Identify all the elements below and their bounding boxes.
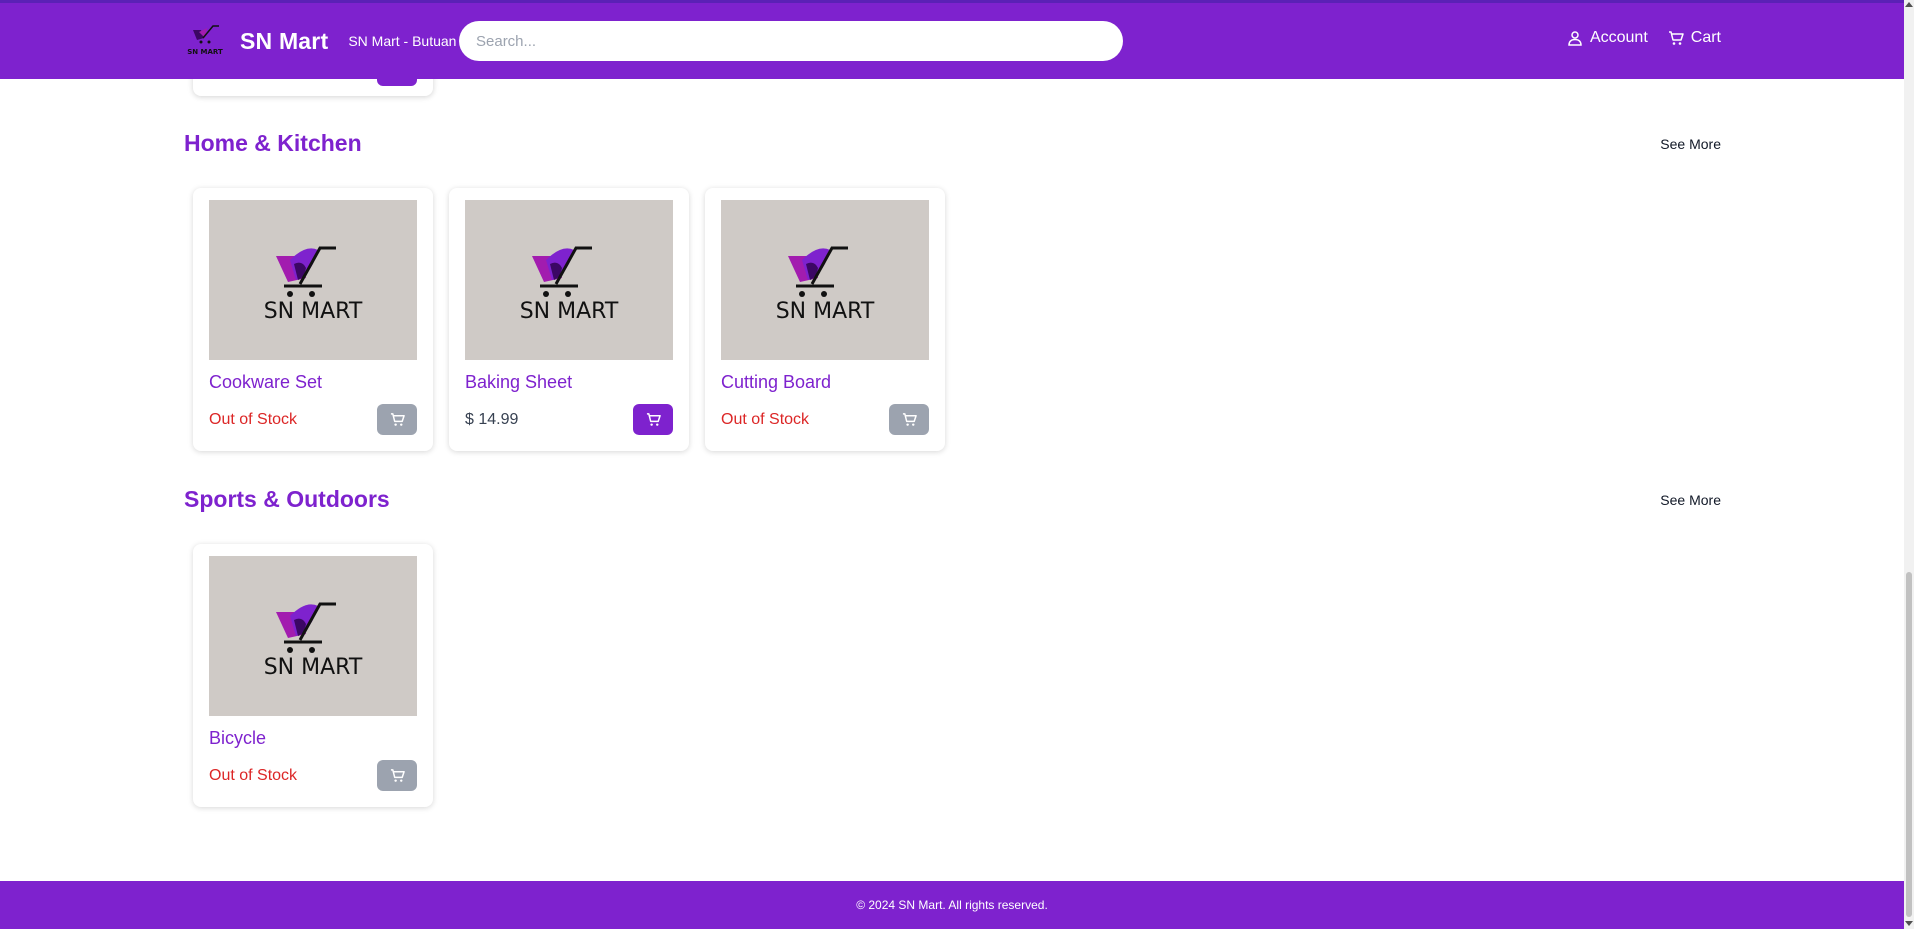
product-name[interactable]: Bicycle — [209, 728, 266, 749]
header-actions: Account Cart — [1567, 29, 1721, 47]
branch-name: SN Mart - Butuan — [348, 33, 457, 49]
product-card[interactable]: SN MART Bicycle Out of Stock — [193, 544, 433, 807]
svg-text:SN MART: SN MART — [187, 48, 223, 56]
svg-text:SN MART: SN MART — [264, 655, 363, 680]
brand-logo[interactable]: SN MART — [184, 23, 226, 59]
scroll-down-icon[interactable] — [1905, 921, 1913, 926]
product-image[interactable]: SN MART — [721, 200, 929, 360]
stock-status: Out of Stock — [209, 767, 298, 784]
cart-icon — [390, 769, 405, 782]
top-nav-bar: SN MART SN Mart SN Mart - Butuan Account — [0, 0, 1904, 79]
product-name[interactable]: Cutting Board — [721, 372, 831, 393]
product-card[interactable]: SN MART Cookware Set Out of Stock — [193, 188, 433, 451]
scroll-up-icon[interactable] — [1905, 2, 1913, 7]
logo-icon: SN MART — [187, 25, 223, 56]
product-image[interactable]: SN MART — [209, 556, 417, 716]
cart-label: Cart — [1690, 29, 1721, 46]
stock-status: Out of Stock — [209, 411, 298, 428]
cart-icon — [390, 413, 405, 426]
product-price: $ 14.99 — [465, 411, 519, 428]
see-more-sports-outdoors[interactable]: See More — [1660, 492, 1721, 508]
cart-icon — [902, 413, 917, 426]
svg-text:SN MART: SN MART — [520, 299, 619, 324]
cart-icon — [646, 413, 661, 426]
brand-name[interactable]: SN Mart — [240, 28, 328, 55]
sn-mart-logo-image: SN MART — [520, 246, 619, 324]
user-icon — [1568, 31, 1582, 46]
cart-link[interactable]: Cart — [1668, 29, 1721, 47]
see-more-home-kitchen[interactable]: See More — [1660, 136, 1721, 152]
scrollbar-thumb[interactable] — [1906, 572, 1912, 917]
add-to-cart-button[interactable] — [377, 760, 417, 791]
section-title-sports-outdoors: Sports & Outdoors — [184, 486, 390, 512]
product-card[interactable]: SN MART Cutting Board Out of Stock — [705, 188, 945, 451]
product-card[interactable]: SN MART Baking Sheet $ 14.99 — [449, 188, 689, 451]
page-footer: © 2024 SN Mart. All rights reserved. — [0, 881, 1904, 929]
section-title-home-kitchen: Home & Kitchen — [184, 130, 362, 156]
product-name[interactable]: Baking Sheet — [465, 372, 572, 393]
cart-icon — [1668, 31, 1684, 45]
account-link[interactable]: Account — [1567, 29, 1648, 47]
add-to-cart-button[interactable] — [633, 404, 673, 435]
account-label: Account — [1589, 29, 1648, 46]
search-input[interactable] — [459, 21, 1123, 61]
product-image[interactable]: SN MART — [209, 200, 417, 360]
sn-mart-logo-image: SN MART — [264, 246, 363, 324]
sn-mart-logo-image: SN MART — [776, 246, 875, 324]
product-name[interactable]: Cookware Set — [209, 372, 322, 393]
add-to-cart-button[interactable] — [889, 404, 929, 435]
svg-text:SN MART: SN MART — [264, 299, 363, 324]
sn-mart-logo-image: SN MART — [264, 602, 363, 680]
page: SN MART SN Mart SN Mart - Butuan Account — [0, 0, 1904, 929]
svg-text:SN MART: SN MART — [776, 299, 875, 324]
add-to-cart-button[interactable] — [377, 404, 417, 435]
product-image[interactable]: SN MART — [465, 200, 673, 360]
copyright-text: © 2024 SN Mart. All rights reserved. — [856, 898, 1048, 912]
page-scrollbar[interactable] — [1904, 0, 1914, 929]
stock-status: Out of Stock — [721, 411, 810, 428]
